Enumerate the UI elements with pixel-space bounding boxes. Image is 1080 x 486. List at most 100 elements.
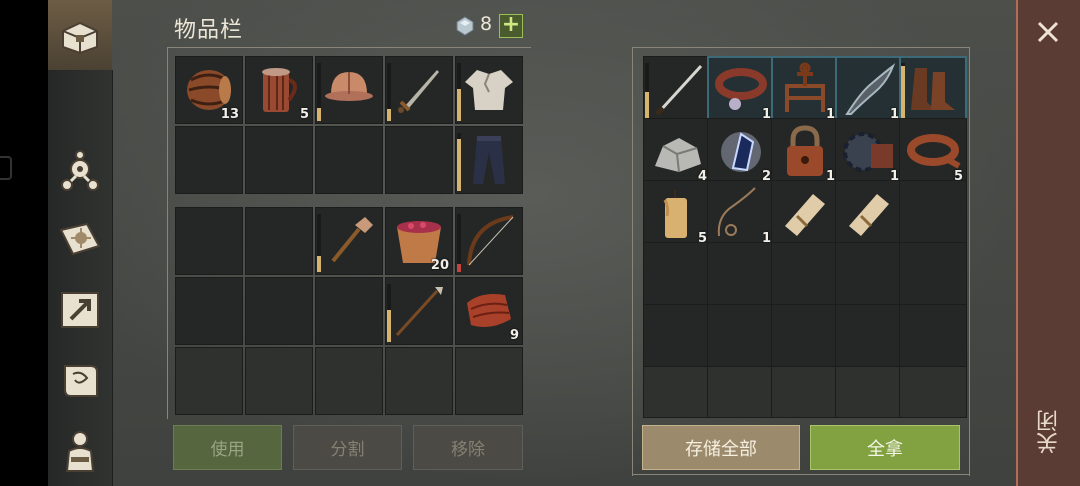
scroll-icon (785, 194, 825, 236)
storage-slot-locked (835, 366, 903, 418)
screen-bezel (0, 0, 48, 486)
inventory-slot[interactable] (315, 126, 383, 194)
inventory-slot-locked (455, 347, 523, 415)
inventory-slot-locked (175, 347, 243, 415)
inventory-slot[interactable] (245, 277, 313, 345)
inventory-slot[interactable] (385, 126, 453, 194)
item-qty: 13 (220, 107, 239, 122)
remove-button[interactable]: 移除 (413, 425, 523, 470)
spear-icon (395, 287, 443, 337)
inventory-slot[interactable] (455, 126, 523, 194)
storage-slot[interactable] (835, 304, 903, 372)
dragon-blade-icon (845, 63, 896, 115)
item-qty: 20 (430, 258, 449, 273)
candle-icon (663, 190, 687, 238)
leather-helmet-icon (325, 72, 373, 101)
storage-slot[interactable] (771, 304, 839, 372)
wooden-mug-icon (262, 68, 297, 112)
store-all-button[interactable]: 存储全部 (642, 425, 800, 470)
split-button[interactable]: 分割 (293, 425, 402, 470)
dog-collar-icon (715, 68, 767, 110)
quest-scroll-icon[interactable] (54, 355, 106, 407)
chest-icon[interactable] (54, 8, 106, 60)
inventory-slot[interactable] (245, 207, 313, 275)
storage-slot[interactable] (899, 56, 967, 124)
use-button[interactable]: 使用 (173, 425, 282, 470)
storage-slot[interactable] (643, 242, 711, 310)
inventory-slot[interactable] (385, 277, 453, 345)
storage-slot[interactable] (643, 56, 711, 124)
anchor-frame-icon (785, 62, 825, 112)
scroll-icon (849, 194, 889, 236)
close-icon[interactable] (1032, 16, 1064, 48)
inventory-slot[interactable] (385, 56, 453, 124)
inventory-slot[interactable]: 13 (175, 56, 243, 124)
inventory-slot[interactable] (315, 56, 383, 124)
inventory-slot[interactable] (455, 207, 523, 275)
character-icon[interactable] (54, 424, 106, 476)
storage-slot[interactable] (707, 304, 775, 372)
storage-slot[interactable]: 1 (707, 56, 775, 124)
rope-icon (717, 187, 756, 237)
storage-slot[interactable]: 1 (707, 180, 775, 248)
inventory-slot[interactable] (455, 56, 523, 124)
crafting-icon[interactable] (54, 146, 106, 198)
sword-icon (398, 70, 439, 113)
inventory-slot[interactable] (175, 277, 243, 345)
crystal-icon (721, 132, 761, 172)
storage-slot[interactable] (835, 180, 903, 248)
inventory-slot-locked (315, 347, 383, 415)
item-qty: 5 (299, 107, 309, 122)
belt-icon (907, 134, 961, 169)
stone-icon (655, 138, 701, 173)
storage-slot[interactable] (899, 180, 967, 248)
storage-slot[interactable] (707, 242, 775, 310)
gem-currency-icon (456, 16, 474, 36)
storage-slot[interactable]: 5 (643, 180, 711, 248)
katana-icon (655, 64, 703, 116)
storage-slot[interactable]: 2 (707, 118, 775, 186)
inventory-slot[interactable] (175, 207, 243, 275)
storage-slot[interactable]: 1 (835, 118, 903, 186)
padlock-icon (787, 125, 823, 176)
storage-slot[interactable] (899, 304, 967, 372)
inventory-slot-locked (385, 347, 453, 415)
take-all-button[interactable]: 全拿 (810, 425, 960, 470)
pants-icon (473, 136, 505, 184)
storage-slot[interactable] (899, 242, 967, 310)
storage-slot[interactable]: 1 (771, 56, 839, 124)
close-label: 关闭 (1037, 410, 1062, 454)
storage-slot[interactable]: 4 (643, 118, 711, 186)
inventory-slot[interactable] (245, 126, 313, 194)
map-icon[interactable] (54, 284, 106, 336)
storage-slot[interactable]: 1 (835, 56, 903, 124)
leather-icon (467, 294, 511, 327)
inventory-slot[interactable]: 20 (385, 207, 453, 275)
gem-count: 8 (480, 13, 493, 35)
journal-icon[interactable] (54, 213, 106, 265)
storage-slot[interactable] (771, 242, 839, 310)
inventory-slot[interactable] (175, 126, 243, 194)
bow-icon (467, 215, 514, 266)
storage-slot-locked (899, 366, 967, 418)
storage-slot[interactable] (835, 242, 903, 310)
boots-icon (911, 68, 955, 110)
storage-slot-locked (771, 366, 839, 418)
shirt-icon (465, 70, 513, 110)
storage-slot-locked (707, 366, 775, 418)
storage-slot[interactable]: 5 (899, 118, 967, 186)
shovel-icon (331, 217, 373, 263)
inventory-title: 物品栏 (174, 18, 244, 43)
gear-part-icon (843, 132, 893, 172)
inventory-slot[interactable] (315, 277, 383, 345)
inventory-slot-locked (245, 347, 313, 415)
add-currency-button[interactable]: + (499, 14, 523, 38)
inventory-slot[interactable]: 5 (245, 56, 313, 124)
storage-slot[interactable] (643, 304, 711, 372)
item-qty: 9 (509, 328, 519, 343)
storage-slot-locked (643, 366, 711, 418)
inventory-slot[interactable]: 9 (455, 277, 523, 345)
storage-slot[interactable] (771, 180, 839, 248)
inventory-slot[interactable] (315, 207, 383, 275)
storage-slot[interactable]: 1 (771, 118, 839, 186)
